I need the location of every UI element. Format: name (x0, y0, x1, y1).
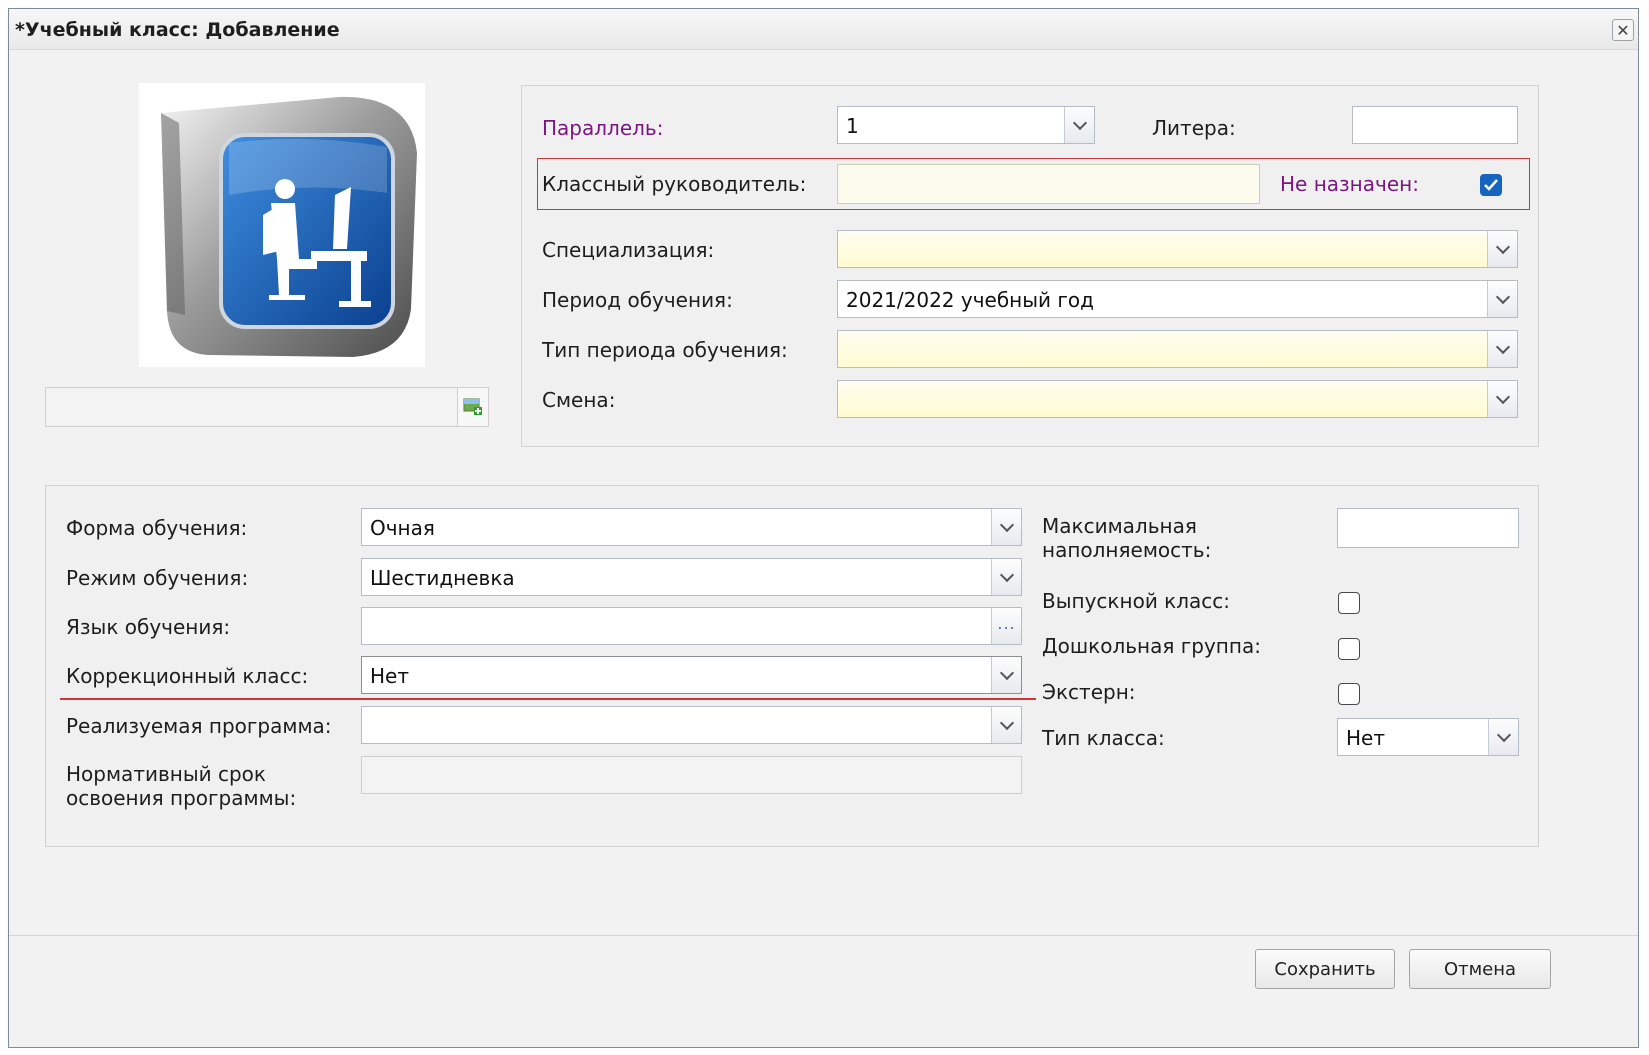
education-mode-select[interactable]: Шестидневка (361, 558, 1022, 596)
study-period-dropdown-button[interactable] (1487, 281, 1517, 317)
max-capacity-label: Максимальная наполняемость: (1042, 514, 1212, 562)
specialization-select[interactable] (837, 230, 1518, 268)
close-button[interactable]: ✕ (1612, 19, 1634, 41)
add-image-button[interactable] (457, 388, 488, 426)
correctional-class-dropdown-button[interactable] (991, 657, 1021, 693)
footer-divider (9, 935, 1638, 936)
not-assigned-checkbox[interactable] (1480, 174, 1502, 196)
normative-term-label: Нормативный срок освоения программы: (66, 762, 297, 810)
image-path-field[interactable] (45, 387, 489, 427)
preschool-group-checkbox[interactable] (1338, 638, 1360, 660)
dialog-window: *Учебный класс: Добавление ✕ Параллель: … (8, 8, 1639, 1048)
dialog-title: *Учебный класс: Добавление (15, 19, 340, 41)
cancel-button[interactable]: Отмена (1409, 949, 1551, 989)
education-panel: Форма обучения: Очная Режим обучения: Ше… (45, 485, 1539, 847)
correctional-class-select[interactable]: Нет (361, 656, 1022, 694)
chevron-down-icon (999, 567, 1014, 583)
class-type-label: Тип класса: (1042, 726, 1165, 750)
specialization-dropdown-button[interactable] (1487, 231, 1517, 267)
program-label: Реализуемая программа: (66, 714, 332, 738)
ellipsis-icon: ... (997, 613, 1016, 633)
student-at-desk-icon (161, 96, 417, 357)
preschool-group-label: Дошкольная группа: (1042, 634, 1261, 658)
chevron-down-icon (1495, 339, 1510, 355)
litera-label: Литера: (1152, 116, 1236, 140)
chevron-down-icon (999, 517, 1014, 533)
chevron-down-icon (1495, 289, 1510, 305)
chevron-down-icon (1495, 389, 1510, 405)
not-assigned-label: Не назначен: (1280, 172, 1419, 196)
study-period-type-label: Тип периода обучения: (542, 338, 788, 362)
class-type-select[interactable]: Нет (1337, 718, 1519, 756)
graduation-class-checkbox[interactable] (1338, 592, 1360, 614)
education-language-field[interactable]: ... (361, 607, 1022, 645)
parallel-dropdown-button[interactable] (1064, 107, 1094, 143)
chevron-down-icon (1072, 115, 1087, 131)
litera-input[interactable] (1352, 106, 1518, 144)
chevron-down-icon (1496, 727, 1511, 743)
education-mode-dropdown-button[interactable] (991, 559, 1021, 595)
save-button[interactable]: Сохранить (1255, 949, 1395, 989)
shift-dropdown-button[interactable] (1487, 381, 1517, 417)
add-image-icon (463, 398, 482, 415)
dialog-titlebar: *Учебный класс: Добавление ✕ (9, 9, 1638, 50)
graduation-class-label: Выпускной класс: (1042, 589, 1231, 613)
class-image (139, 83, 425, 367)
study-period-label: Период обучения: (542, 288, 733, 312)
chevron-down-icon (999, 665, 1014, 681)
education-form-dropdown-button[interactable] (991, 509, 1021, 545)
education-language-lookup-button[interactable]: ... (991, 608, 1021, 644)
chevron-down-icon (1495, 239, 1510, 255)
shift-select[interactable] (837, 380, 1518, 418)
extern-checkbox[interactable] (1338, 683, 1360, 705)
correctional-class-underline (60, 698, 1036, 700)
specialization-label: Специализация: (542, 238, 715, 262)
class-teacher-label: Классный руководитель: (542, 172, 807, 196)
max-capacity-input[interactable] (1337, 508, 1519, 548)
checkmark-icon (1484, 179, 1498, 191)
study-period-select[interactable]: 2021/2022 учебный год (837, 280, 1518, 318)
close-icon: ✕ (1616, 20, 1630, 40)
study-period-type-select[interactable] (837, 330, 1518, 368)
education-mode-label: Режим обучения: (66, 566, 249, 590)
program-select[interactable] (361, 706, 1022, 744)
correctional-class-label: Коррекционный класс: (66, 664, 309, 688)
class-type-dropdown-button[interactable] (1488, 719, 1518, 755)
education-form-label: Форма обучения: (66, 516, 248, 540)
parallel-select[interactable]: 1 (837, 106, 1095, 144)
normative-term-field (361, 756, 1022, 794)
parallel-label: Параллель: (542, 116, 664, 140)
chevron-down-icon (999, 715, 1014, 731)
class-teacher-field[interactable] (837, 164, 1260, 204)
study-period-type-dropdown-button[interactable] (1487, 331, 1517, 367)
shift-label: Смена: (542, 388, 616, 412)
education-language-label: Язык обучения: (66, 615, 231, 639)
main-info-panel: Параллель: 1 Литера: Классный руководите… (521, 85, 1539, 447)
extern-label: Экстерн: (1042, 680, 1136, 704)
program-dropdown-button[interactable] (991, 707, 1021, 743)
education-form-select[interactable]: Очная (361, 508, 1022, 546)
